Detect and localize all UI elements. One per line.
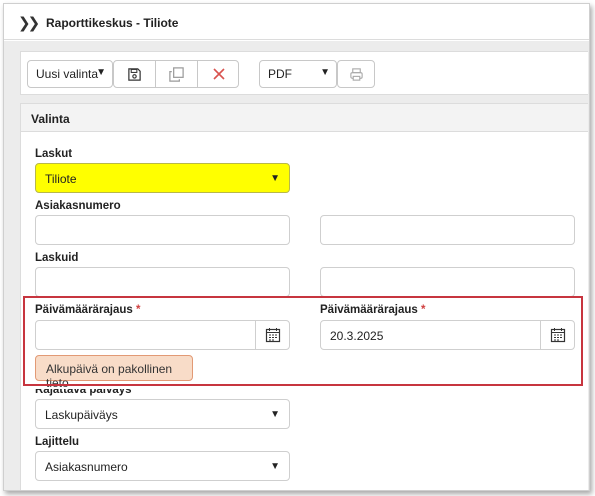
selection-dropdown[interactable]: Uusi valinta ▼ <box>27 60 113 88</box>
calendar-icon <box>265 328 280 343</box>
laskut-select[interactable]: Tiliote ▼ <box>35 163 290 193</box>
chevron-down-icon: ▼ <box>270 409 280 420</box>
date-end-calendar-button[interactable] <box>540 321 574 349</box>
laskuid-label: Laskuid <box>35 252 79 264</box>
delete-button[interactable] <box>198 61 240 87</box>
lajittelu-label: Lajittelu <box>35 436 80 448</box>
chevron-down-icon: ▼ <box>320 67 330 78</box>
asiakasnumero-label: Asiakasnumero <box>35 200 121 212</box>
rajattava-paivays-value: Laskupäiväys <box>45 408 118 422</box>
date-end-label-text: Päivämäärärajaus <box>320 304 418 316</box>
chevron-down-icon: ▼ <box>270 173 280 184</box>
required-marker: * <box>421 304 426 316</box>
save-button[interactable] <box>114 61 156 87</box>
selection-dropdown-value: Uusi valinta <box>36 67 99 81</box>
laskut-label: Laskut <box>35 148 73 160</box>
required-marker: * <box>136 304 141 316</box>
copy-button[interactable] <box>156 61 198 87</box>
date-start-label-text: Päivämäärärajaus <box>35 304 133 316</box>
print-button[interactable] <box>338 61 374 87</box>
asiakasnumero-from-input[interactable] <box>35 215 290 245</box>
panel-header: Valinta <box>21 104 588 132</box>
action-button-group <box>113 60 239 88</box>
print-button-group <box>337 60 375 88</box>
page-title: Raporttikeskus - Tiliote <box>46 16 179 30</box>
print-icon <box>349 67 363 81</box>
date-start-label: Päivämäärärajaus * <box>35 304 141 316</box>
laskuid-from-input[interactable] <box>35 267 290 297</box>
chevron-down-icon: ▼ <box>270 461 280 472</box>
copy-icon <box>169 66 184 82</box>
laskut-select-value: Tiliote <box>45 172 77 186</box>
double-chevron-right-icon[interactable]: ❯❯ <box>18 14 40 32</box>
date-end-input[interactable]: 20.3.2025 <box>320 320 575 350</box>
close-icon <box>213 68 225 80</box>
date-start-calendar-button[interactable] <box>255 321 289 349</box>
rajattava-paivays-select[interactable]: Laskupäiväys ▼ <box>35 399 290 429</box>
asiakasnumero-to-input[interactable] <box>320 215 575 245</box>
format-dropdown-value: PDF <box>268 67 292 81</box>
chevron-down-icon: ▼ <box>96 67 106 78</box>
toolbar: Uusi valinta ▼ PDF ▼ <box>20 51 588 95</box>
panel-title: Valinta <box>31 112 70 126</box>
title-bar: ❯❯ Raporttikeskus - Tiliote <box>4 4 589 40</box>
laskuid-to-input[interactable] <box>320 267 575 297</box>
date-start-input[interactable] <box>35 320 290 350</box>
date-end-label: Päivämäärärajaus * <box>320 304 426 316</box>
lajittelu-select[interactable]: Asiakasnumero ▼ <box>35 451 290 481</box>
lajittelu-value: Asiakasnumero <box>45 460 128 474</box>
format-dropdown[interactable]: PDF ▼ <box>259 60 337 88</box>
date-end-value: 20.3.2025 <box>330 329 384 343</box>
calendar-icon <box>550 328 565 343</box>
save-icon <box>128 67 141 81</box>
